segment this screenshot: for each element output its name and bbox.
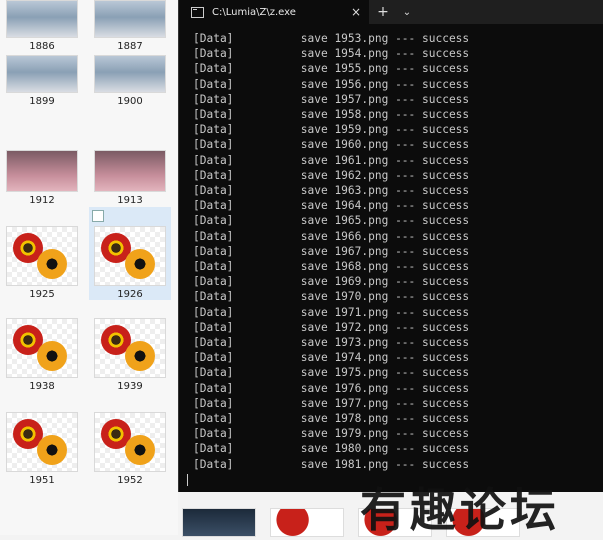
terminal-window[interactable]: C:\Lumia\Z\z.exe × + ⌄ [Data] save 1953.…: [178, 0, 603, 492]
thumbnail-partial[interactable]: [270, 508, 344, 537]
file-thumbnail[interactable]: 1900: [93, 55, 167, 107]
terminal-line: [Data] save 1975.png --- success: [193, 366, 470, 380]
terminal-line: [Data] save 1953.png --- success: [193, 32, 470, 45]
terminal-line: [Data] save 1968.png --- success: [193, 260, 470, 274]
terminal-titlebar: C:\Lumia\Z\z.exe × + ⌄: [179, 0, 603, 24]
thumbnail-image: [94, 150, 166, 192]
tab-title: C:\Lumia\Z\z.exe: [212, 6, 296, 18]
file-name-label: 1912: [29, 195, 55, 206]
new-tab-button[interactable]: +: [369, 4, 397, 20]
terminal-line: [Data] save 1967.png --- success: [193, 244, 470, 258]
terminal-line: [Data] save 1970.png --- success: [193, 290, 470, 304]
file-name-label: 1926: [117, 289, 143, 300]
terminal-line: [Data] save 1978.png --- success: [193, 412, 470, 426]
thumbnail-image: [94, 55, 166, 93]
thumbnail-image: [94, 318, 166, 378]
file-thumbnail[interactable]: 1887: [93, 0, 167, 52]
watermark-logo: 有趣论坛: [360, 483, 560, 537]
terminal-icon: [191, 6, 204, 18]
terminal-line: [Data] save 1969.png --- success: [193, 275, 470, 289]
terminal-line: [Data] save 1954.png --- success: [193, 47, 470, 61]
terminal-line: [Data] save 1973.png --- success: [193, 336, 470, 350]
terminal-line: [Data] save 1974.png --- success: [193, 351, 470, 365]
file-thumbnail[interactable]: 1886: [5, 0, 79, 52]
thumbnail-image: [6, 412, 78, 472]
terminal-line: [Data] save 1977.png --- success: [193, 396, 470, 410]
text-cursor: [187, 473, 188, 486]
file-name-label: 1938: [29, 381, 55, 392]
file-thumbnail[interactable]: 1939: [93, 318, 167, 392]
terminal-line: [Data] save 1955.png --- success: [193, 62, 470, 76]
terminal-tab[interactable]: C:\Lumia\Z\z.exe ×: [179, 0, 369, 24]
file-name-label: 1900: [117, 96, 143, 107]
file-name-label: 1951: [29, 475, 55, 486]
file-name-label: 1899: [29, 96, 55, 107]
terminal-line: [Data] save 1960.png --- success: [193, 138, 470, 152]
terminal-line: [Data] save 1980.png --- success: [193, 442, 470, 456]
terminal-line: [Data] save 1958.png --- success: [193, 108, 470, 122]
terminal-line: [Data] save 1972.png --- success: [193, 320, 470, 334]
terminal-line: [Data] save 1981.png --- success: [193, 457, 470, 471]
terminal-line: [Data] save 1971.png --- success: [193, 305, 470, 319]
thumbnail-image: [6, 0, 78, 38]
file-thumbnail[interactable]: 1913: [93, 150, 167, 206]
thumbnail-image: [6, 318, 78, 378]
terminal-line: [Data] save 1976.png --- success: [193, 381, 470, 395]
thumbnail-image: [94, 226, 166, 286]
file-thumbnail[interactable]: 1899: [5, 55, 79, 107]
file-thumbnail-grid: 1886 1887 1899 1900 1912 1913 1925 1926 1938 1939…: [0, 0, 180, 535]
terminal-output: [Data] save 1953.png --- success [Data] s…: [179, 24, 603, 472]
thumbnail-image: [6, 55, 78, 93]
thumbnail-image: [94, 412, 166, 472]
thumbnail-image: [94, 0, 166, 38]
file-thumbnail[interactable]: 1951: [5, 412, 79, 486]
thumbnail-partial[interactable]: [182, 508, 256, 537]
terminal-line: [Data] save 1966.png --- success: [193, 229, 470, 243]
selection-checkbox[interactable]: [92, 210, 104, 222]
file-name-label: 1913: [117, 195, 143, 206]
terminal-line: [Data] save 1964.png --- success: [193, 199, 470, 213]
terminal-line: [Data] save 1979.png --- success: [193, 427, 470, 441]
file-thumbnail[interactable]: 1925: [5, 226, 79, 300]
file-thumbnail[interactable]: 1912: [5, 150, 79, 206]
file-name-label: 1939: [117, 381, 143, 392]
terminal-line: [Data] save 1965.png --- success: [193, 214, 470, 228]
terminal-line: [Data] save 1956.png --- success: [193, 77, 470, 91]
file-name-label: 1887: [117, 41, 143, 52]
terminal-line: [Data] save 1957.png --- success: [193, 92, 470, 106]
file-thumbnail[interactable]: 1938: [5, 318, 79, 392]
thumbnail-image: [6, 150, 78, 192]
thumbnail-image: [6, 226, 78, 286]
close-tab-icon[interactable]: ×: [351, 5, 361, 19]
terminal-line: [Data] save 1962.png --- success: [193, 168, 470, 182]
file-thumbnail[interactable]: 1952: [93, 412, 167, 486]
chevron-down-icon[interactable]: ⌄: [397, 7, 417, 18]
terminal-line: [Data] save 1963.png --- success: [193, 184, 470, 198]
file-name-label: 1952: [117, 475, 143, 486]
terminal-line: [Data] save 1959.png --- success: [193, 123, 470, 137]
terminal-line: [Data] save 1961.png --- success: [193, 153, 470, 167]
file-name-label: 1886: [29, 41, 55, 52]
file-thumbnail[interactable]: 1926: [93, 226, 167, 300]
file-name-label: 1925: [29, 289, 55, 300]
